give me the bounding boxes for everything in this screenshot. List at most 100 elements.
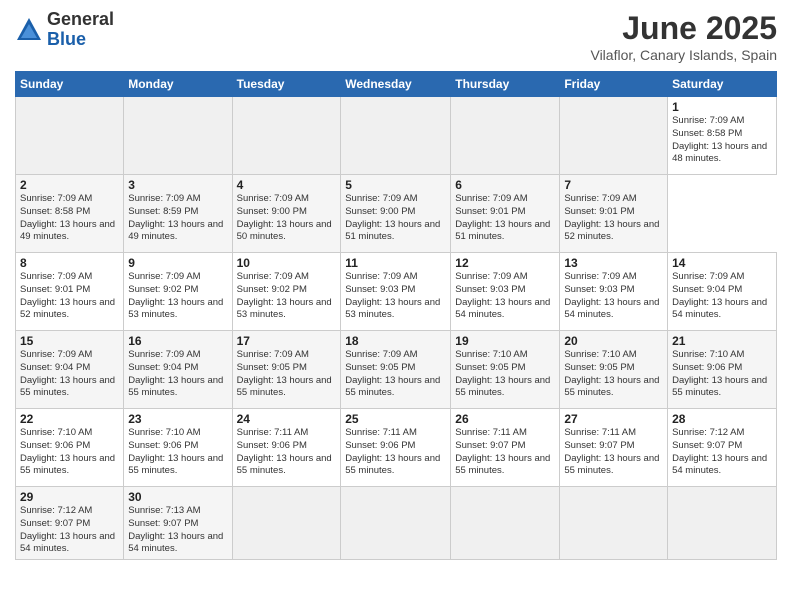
empty-cell — [560, 97, 668, 175]
day-number: 17 — [237, 334, 337, 348]
day-number: 4 — [237, 178, 337, 192]
day-number: 20 — [564, 334, 663, 348]
empty-cell — [232, 97, 341, 175]
logo-text: General Blue — [47, 10, 114, 50]
day-info: Sunrise: 7:09 AMSunset: 8:58 PMDaylight:… — [20, 193, 115, 242]
table-row: 29Sunrise: 7:12 AMSunset: 9:07 PMDayligh… — [16, 487, 124, 560]
day-number: 23 — [128, 412, 227, 426]
logo-blue-text: Blue — [47, 30, 114, 50]
table-row: 19Sunrise: 7:10 AMSunset: 9:05 PMDayligh… — [451, 331, 560, 409]
day-number: 21 — [672, 334, 772, 348]
day-number: 24 — [237, 412, 337, 426]
calendar-week-row: 15Sunrise: 7:09 AMSunset: 9:04 PMDayligh… — [16, 331, 777, 409]
day-number: 6 — [455, 178, 555, 192]
table-row: 4Sunrise: 7:09 AMSunset: 9:00 PMDaylight… — [232, 175, 341, 253]
day-number: 3 — [128, 178, 227, 192]
table-row: 15Sunrise: 7:09 AMSunset: 9:04 PMDayligh… — [16, 331, 124, 409]
table-row: 2Sunrise: 7:09 AMSunset: 8:58 PMDaylight… — [16, 175, 124, 253]
day-number: 8 — [20, 256, 119, 270]
logo: General Blue — [15, 10, 114, 50]
empty-cell — [341, 487, 451, 560]
calendar-week-row: 1Sunrise: 7:09 AMSunset: 8:58 PMDaylight… — [16, 97, 777, 175]
month-title: June 2025 — [590, 10, 777, 47]
calendar: Sunday Monday Tuesday Wednesday Thursday… — [15, 71, 777, 560]
day-info: Sunrise: 7:12 AMSunset: 9:07 PMDaylight:… — [672, 427, 767, 476]
day-number: 18 — [345, 334, 446, 348]
day-info: Sunrise: 7:11 AMSunset: 9:07 PMDaylight:… — [564, 427, 659, 476]
calendar-header-row: Sunday Monday Tuesday Wednesday Thursday… — [16, 72, 777, 97]
day-number: 12 — [455, 256, 555, 270]
table-row: 6Sunrise: 7:09 AMSunset: 9:01 PMDaylight… — [451, 175, 560, 253]
table-row: 5Sunrise: 7:09 AMSunset: 9:00 PMDaylight… — [341, 175, 451, 253]
table-row: 18Sunrise: 7:09 AMSunset: 9:05 PMDayligh… — [341, 331, 451, 409]
col-saturday: Saturday — [668, 72, 777, 97]
empty-cell — [341, 97, 451, 175]
day-info: Sunrise: 7:09 AMSunset: 8:59 PMDaylight:… — [128, 193, 223, 242]
table-row: 21Sunrise: 7:10 AMSunset: 9:06 PMDayligh… — [668, 331, 777, 409]
day-info: Sunrise: 7:09 AMSunset: 9:03 PMDaylight:… — [564, 271, 659, 320]
day-info: Sunrise: 7:09 AMSunset: 9:04 PMDaylight:… — [672, 271, 767, 320]
empty-cell — [16, 97, 124, 175]
table-row: 28Sunrise: 7:12 AMSunset: 9:07 PMDayligh… — [668, 409, 777, 487]
table-row: 25Sunrise: 7:11 AMSunset: 9:06 PMDayligh… — [341, 409, 451, 487]
day-info: Sunrise: 7:10 AMSunset: 9:06 PMDaylight:… — [128, 427, 223, 476]
logo-icon — [15, 16, 43, 44]
table-row: 20Sunrise: 7:10 AMSunset: 9:05 PMDayligh… — [560, 331, 668, 409]
day-info: Sunrise: 7:09 AMSunset: 9:00 PMDaylight:… — [345, 193, 440, 242]
table-row: 16Sunrise: 7:09 AMSunset: 9:04 PMDayligh… — [124, 331, 232, 409]
table-row: 23Sunrise: 7:10 AMSunset: 9:06 PMDayligh… — [124, 409, 232, 487]
empty-cell — [668, 487, 777, 560]
day-info: Sunrise: 7:09 AMSunset: 9:02 PMDaylight:… — [237, 271, 332, 320]
title-section: June 2025 Vilaflor, Canary Islands, Spai… — [590, 10, 777, 63]
table-row: 7Sunrise: 7:09 AMSunset: 9:01 PMDaylight… — [560, 175, 668, 253]
day-number: 26 — [455, 412, 555, 426]
day-number: 7 — [564, 178, 663, 192]
day-info: Sunrise: 7:10 AMSunset: 9:06 PMDaylight:… — [672, 349, 767, 398]
day-info: Sunrise: 7:09 AMSunset: 8:58 PMDaylight:… — [672, 115, 767, 164]
table-row: 12Sunrise: 7:09 AMSunset: 9:03 PMDayligh… — [451, 253, 560, 331]
table-row: 17Sunrise: 7:09 AMSunset: 9:05 PMDayligh… — [232, 331, 341, 409]
empty-cell — [451, 97, 560, 175]
col-thursday: Thursday — [451, 72, 560, 97]
day-info: Sunrise: 7:09 AMSunset: 9:03 PMDaylight:… — [455, 271, 550, 320]
calendar-week-row: 22Sunrise: 7:10 AMSunset: 9:06 PMDayligh… — [16, 409, 777, 487]
table-row: 30Sunrise: 7:13 AMSunset: 9:07 PMDayligh… — [124, 487, 232, 560]
table-row: 9Sunrise: 7:09 AMSunset: 9:02 PMDaylight… — [124, 253, 232, 331]
table-row: 10Sunrise: 7:09 AMSunset: 9:02 PMDayligh… — [232, 253, 341, 331]
day-info: Sunrise: 7:09 AMSunset: 9:03 PMDaylight:… — [345, 271, 440, 320]
calendar-week-row: 2Sunrise: 7:09 AMSunset: 8:58 PMDaylight… — [16, 175, 777, 253]
day-number: 16 — [128, 334, 227, 348]
day-info: Sunrise: 7:11 AMSunset: 9:06 PMDaylight:… — [237, 427, 332, 476]
day-number: 1 — [672, 100, 772, 114]
day-info: Sunrise: 7:09 AMSunset: 9:00 PMDaylight:… — [237, 193, 332, 242]
calendar-week-row: 8Sunrise: 7:09 AMSunset: 9:01 PMDaylight… — [16, 253, 777, 331]
day-info: Sunrise: 7:10 AMSunset: 9:06 PMDaylight:… — [20, 427, 115, 476]
day-number: 15 — [20, 334, 119, 348]
day-number: 30 — [128, 490, 227, 504]
day-number: 22 — [20, 412, 119, 426]
table-row: 27Sunrise: 7:11 AMSunset: 9:07 PMDayligh… — [560, 409, 668, 487]
table-row: 8Sunrise: 7:09 AMSunset: 9:01 PMDaylight… — [16, 253, 124, 331]
col-sunday: Sunday — [16, 72, 124, 97]
table-row: 1Sunrise: 7:09 AMSunset: 8:58 PMDaylight… — [668, 97, 777, 175]
calendar-week-row: 29Sunrise: 7:12 AMSunset: 9:07 PMDayligh… — [16, 487, 777, 560]
day-info: Sunrise: 7:11 AMSunset: 9:06 PMDaylight:… — [345, 427, 440, 476]
page: General Blue June 2025 Vilaflor, Canary … — [0, 0, 792, 612]
empty-cell — [451, 487, 560, 560]
table-row: 14Sunrise: 7:09 AMSunset: 9:04 PMDayligh… — [668, 253, 777, 331]
table-row: 24Sunrise: 7:11 AMSunset: 9:06 PMDayligh… — [232, 409, 341, 487]
day-number: 25 — [345, 412, 446, 426]
table-row: 13Sunrise: 7:09 AMSunset: 9:03 PMDayligh… — [560, 253, 668, 331]
day-info: Sunrise: 7:09 AMSunset: 9:01 PMDaylight:… — [20, 271, 115, 320]
header: General Blue June 2025 Vilaflor, Canary … — [15, 10, 777, 63]
day-info: Sunrise: 7:10 AMSunset: 9:05 PMDaylight:… — [564, 349, 659, 398]
location: Vilaflor, Canary Islands, Spain — [590, 47, 777, 63]
logo-general-text: General — [47, 10, 114, 30]
day-info: Sunrise: 7:09 AMSunset: 9:01 PMDaylight:… — [455, 193, 550, 242]
empty-cell — [124, 97, 232, 175]
day-number: 10 — [237, 256, 337, 270]
day-info: Sunrise: 7:09 AMSunset: 9:04 PMDaylight:… — [20, 349, 115, 398]
day-info: Sunrise: 7:10 AMSunset: 9:05 PMDaylight:… — [455, 349, 550, 398]
day-info: Sunrise: 7:09 AMSunset: 9:02 PMDaylight:… — [128, 271, 223, 320]
day-number: 28 — [672, 412, 772, 426]
